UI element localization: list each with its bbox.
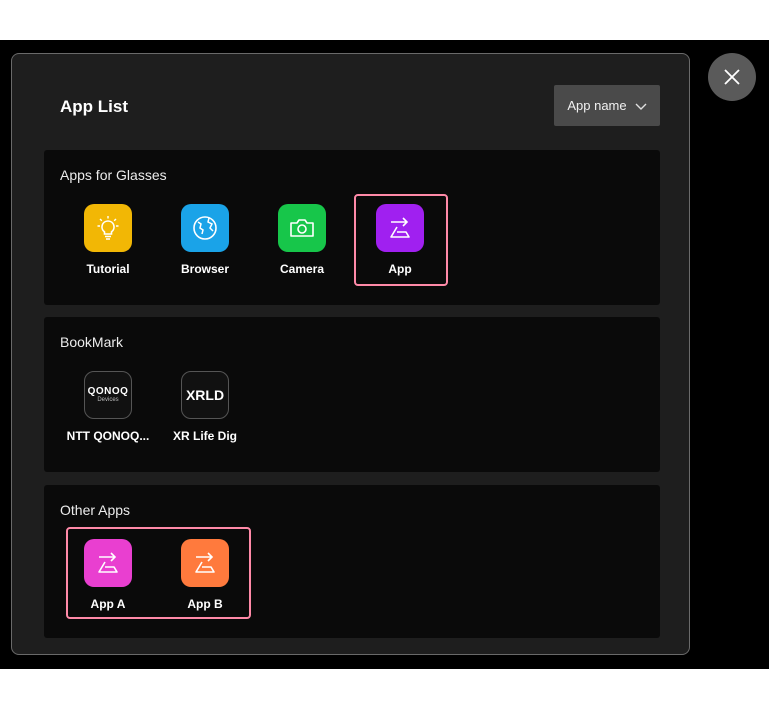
dialog-title: App List bbox=[60, 97, 128, 116]
sort-dropdown-label: App name bbox=[567, 98, 627, 113]
qonoq-logo-icon: QONOQ Devices bbox=[84, 371, 132, 419]
lightbulb-icon bbox=[84, 204, 132, 252]
app-label: XR Life Dig bbox=[172, 429, 237, 443]
section-other-apps: Other Apps App A App B bbox=[44, 485, 660, 638]
xrld-logo-icon: XRLD bbox=[181, 371, 229, 419]
app-label: Browser bbox=[180, 262, 230, 276]
sort-dropdown[interactable]: App name bbox=[554, 85, 660, 126]
logo-subtext: Devices bbox=[97, 396, 119, 403]
app-camera[interactable]: Camera bbox=[257, 200, 347, 285]
section-title: Other Apps bbox=[60, 502, 131, 518]
app-label: Tutorial bbox=[86, 262, 130, 276]
app-browser[interactable]: Browser bbox=[160, 200, 250, 285]
bookmark-ntt-qonoq[interactable]: QONOQ Devices NTT QONOQ... bbox=[63, 367, 153, 452]
section-bookmark: BookMark QONOQ Devices NTT QONOQ... XRLD… bbox=[44, 317, 660, 472]
globe-icon bbox=[181, 204, 229, 252]
logo-text: XRLD bbox=[185, 387, 225, 403]
app-label: Camera bbox=[279, 262, 325, 276]
section-apps-for-glasses: Apps for Glasses Tutorial Browser Camera… bbox=[44, 150, 660, 305]
camera-icon bbox=[278, 204, 326, 252]
selection-highlight bbox=[354, 194, 448, 286]
logo-text: QONOQ bbox=[87, 385, 129, 397]
chevron-down-icon bbox=[635, 103, 647, 110]
app-label: NTT QONOQ... bbox=[66, 429, 150, 443]
close-button[interactable] bbox=[708, 53, 756, 101]
section-title: BookMark bbox=[60, 334, 124, 350]
close-icon bbox=[724, 69, 740, 85]
selection-highlight bbox=[66, 527, 251, 619]
app-tutorial[interactable]: Tutorial bbox=[63, 200, 153, 285]
section-title: Apps for Glasses bbox=[60, 167, 167, 183]
bookmark-xr-life-dig[interactable]: XRLD XR Life Dig bbox=[160, 367, 250, 452]
app-list-dialog: App List App name Apps for Glasses Tutor… bbox=[11, 53, 690, 655]
